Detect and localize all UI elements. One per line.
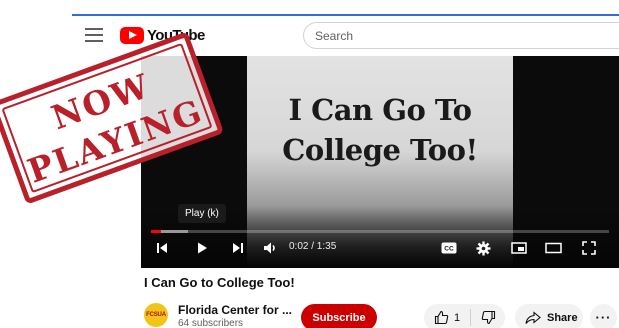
search-input[interactable]: Search [303,22,619,49]
time-display: 0:02 / 1:35 [289,241,337,252]
like-count: 1 [454,311,461,324]
like-dislike-group: 1 [424,304,505,328]
channel-avatar[interactable]: FCSUA [144,303,168,327]
previous-button[interactable] [153,240,171,256]
miniplayer-button[interactable] [509,240,529,256]
more-actions-button[interactable]: ··· [590,304,617,328]
play-tooltip: Play (k) [178,204,226,223]
video-frame-title-line1: I Can Go To [288,93,472,127]
settings-button[interactable] [473,240,493,256]
subscriber-count: 64 subscribers [178,318,244,328]
miniplayer-icon [511,242,527,254]
share-label: Share [547,311,578,324]
video-title: I Can Go to College Too! [144,275,295,290]
fullscreen-button[interactable] [579,240,599,256]
search-placeholder: Search [315,28,354,43]
captions-button[interactable]: CC [439,240,459,256]
channel-name[interactable]: Florida Center for ... [178,303,292,317]
cc-icon: CC [441,242,457,254]
theater-icon [544,242,562,254]
dislike-button[interactable] [471,304,505,328]
play-button[interactable] [193,240,211,256]
play-icon [198,242,207,254]
video-player[interactable]: I Can Go To College Too! Play (k) 0:02 /… [141,56,619,268]
mute-button[interactable] [261,240,281,256]
thumbs-down-icon [481,310,495,325]
thumbs-up-icon [434,310,449,325]
youtube-play-icon [120,26,144,44]
share-icon [525,310,541,324]
progress-played [151,230,161,233]
stamp-text-line1: NOW [46,65,156,138]
video-frame-title-line2: College Too! [282,133,478,167]
share-button[interactable]: Share [515,304,583,328]
menu-icon[interactable] [85,28,103,42]
next-icon [233,243,243,253]
volume-icon [264,242,275,254]
video-frame-title: I Can Go To College Too! [247,90,513,170]
top-divider [72,14,619,16]
subscribe-button[interactable]: Subscribe [301,304,377,328]
like-button[interactable]: 1 [424,304,470,328]
svg-text:CC: CC [444,246,454,253]
progress-bar[interactable] [151,230,609,233]
next-button[interactable] [229,240,247,256]
fullscreen-icon [582,241,596,255]
previous-icon [157,243,167,253]
theater-button[interactable] [543,240,563,256]
gear-icon [476,241,490,255]
